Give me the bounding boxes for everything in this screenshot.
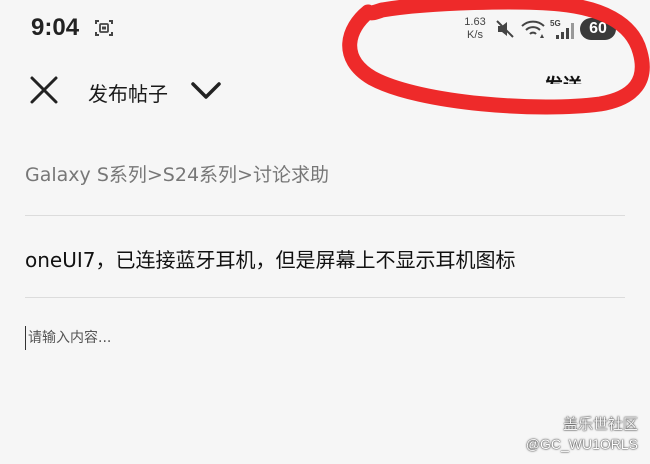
page-title: 发布帖子 [88,82,168,106]
watermark-user: @GC_WU1ORLS [525,436,638,452]
watermark: 盖乐世社区 @GC_WU1ORLS [526,413,638,452]
post-title-field[interactable]: oneUI7，已连接蓝牙耳机，但是屏幕上不显示耳机图标 [25,244,515,273]
svg-text:5G: 5G [550,19,561,28]
status-bar: 9:04 1.63 K/s 5G 60 [0,0,650,60]
divider [25,215,625,216]
wifi-icon [521,20,545,38]
status-time: 9:04 [31,14,80,41]
close-icon[interactable] [28,74,60,106]
network-speed: 1.63 K/s [460,16,490,42]
watermark-community: 盖乐世社区 [562,415,638,433]
network-speed-unit: K/s [467,29,483,41]
screenshot-icon [95,20,113,36]
network-speed-value: 1.63 [464,16,486,28]
content-input[interactable] [25,326,528,350]
top-toolbar: 发布帖子 发送 [0,60,650,124]
category-breadcrumb[interactable]: Galaxy S系列>S24系列>讨论求助 [25,160,329,187]
battery-indicator: 60 [580,18,616,40]
chevron-down-icon[interactable] [188,76,224,106]
divider [25,297,625,298]
mute-icon [496,20,514,38]
signal-5g-icon: 5G [550,19,574,39]
publish-button[interactable]: 发送 [544,74,582,84]
